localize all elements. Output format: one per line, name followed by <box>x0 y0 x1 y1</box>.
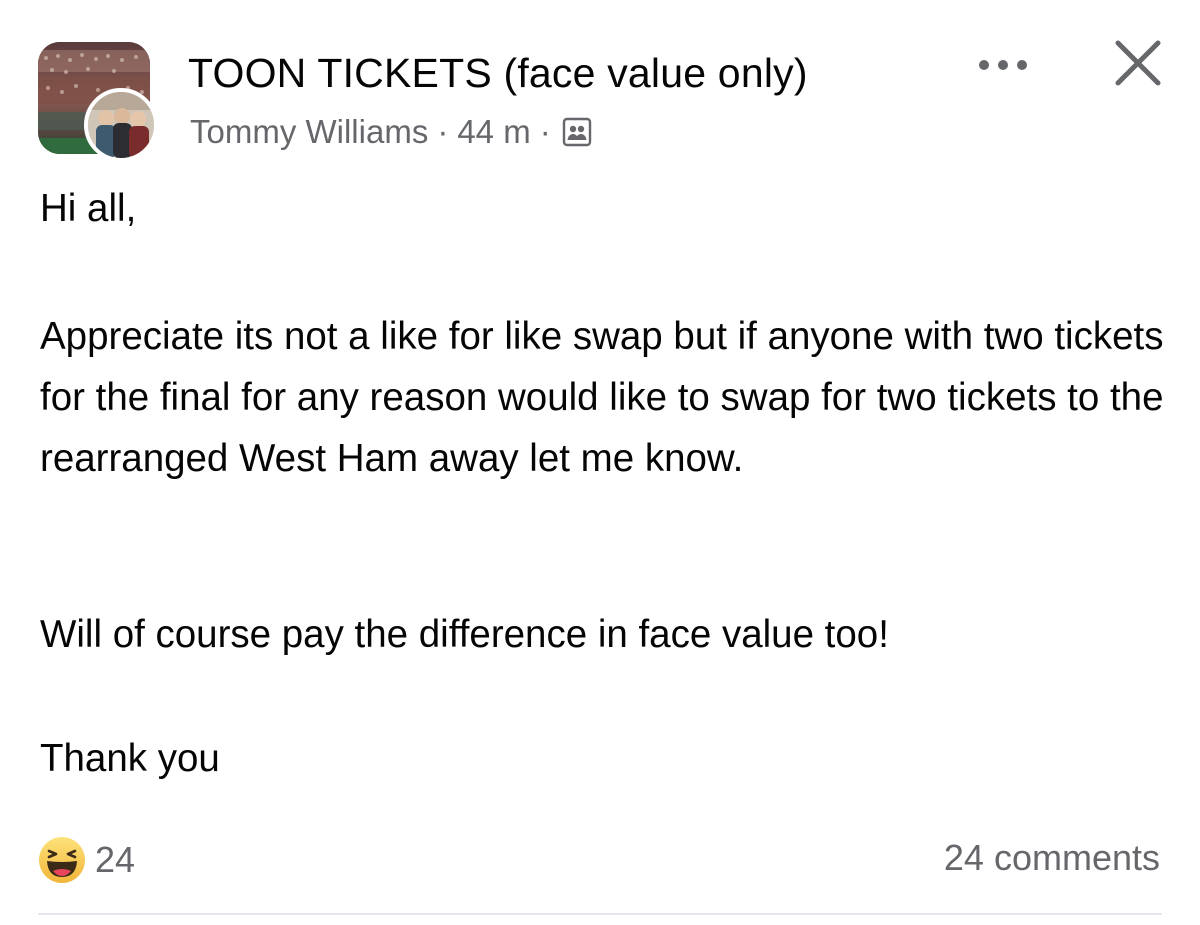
meta-separator: · <box>437 113 449 150</box>
author-avatar[interactable] <box>84 88 158 162</box>
members-icon <box>562 117 592 147</box>
post-paragraph: Will of course pay the difference in fac… <box>40 613 889 656</box>
group-name[interactable]: TOON TICKETS (face value only) <box>188 50 808 97</box>
author-name[interactable]: Tommy Williams <box>190 113 428 151</box>
close-icon[interactable] <box>1112 37 1164 89</box>
reaction-count: 24 <box>95 839 136 880</box>
post-greeting: Hi all, <box>40 187 137 230</box>
comments-count-link[interactable]: 24 comments <box>944 837 1160 879</box>
group-avatar[interactable] <box>38 42 160 164</box>
haha-emoji-icon <box>38 836 86 884</box>
post-signoff: Thank you <box>40 737 220 780</box>
post-time[interactable]: 44 m <box>457 113 530 151</box>
post-card: TOON TICKETS (face value only) Tommy Wil… <box>0 0 1200 925</box>
post-meta: Tommy Williams · 44 m · <box>190 113 592 151</box>
post-paragraph: Appreciate its not a like for like swap … <box>40 315 1164 480</box>
footer-divider <box>38 913 1162 915</box>
reactions-summary[interactable]: 24 <box>38 836 135 884</box>
more-horizontal-icon[interactable] <box>975 55 1031 75</box>
meta-separator: · <box>539 113 551 150</box>
